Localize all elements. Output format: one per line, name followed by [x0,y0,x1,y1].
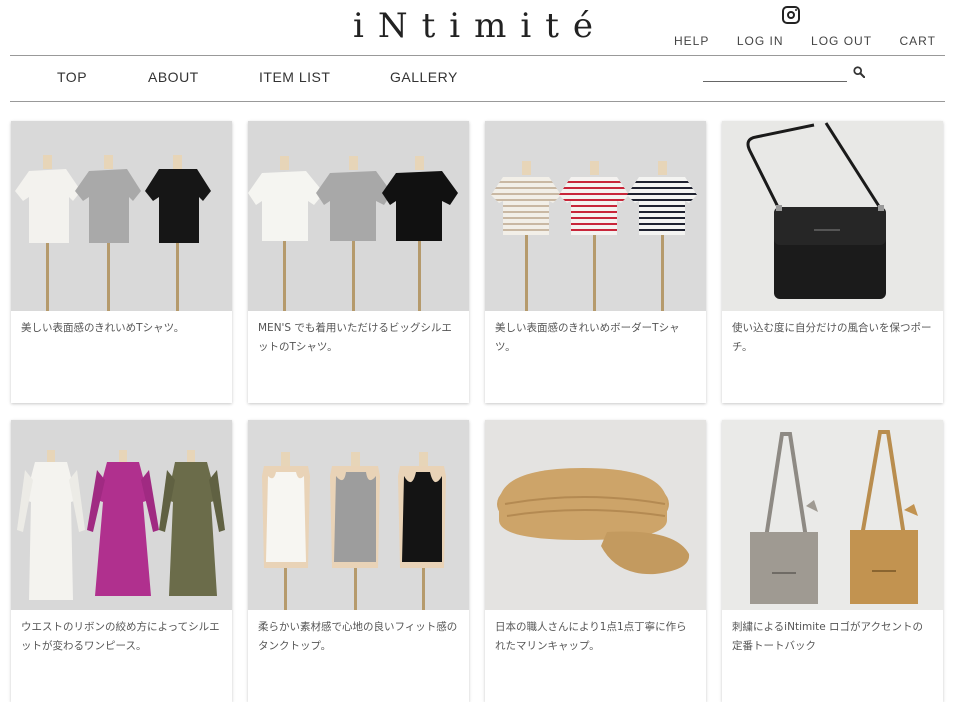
cart-link[interactable]: CART [896,34,940,48]
product-image-marine-cap [485,420,706,610]
product-card[interactable]: ウエストのリボンの絞め方によってシルエットが変わるワンピース。 [11,420,232,702]
top-links: HELP LOG IN LOG OUT CART [670,34,940,48]
product-card[interactable]: MEN'S でも着用いただけるビッグシルエットのTシャツ。 [248,121,469,403]
product-image-big-tshirts [248,121,469,311]
product-image-tote-bags [722,420,943,610]
search-box[interactable] [703,66,873,86]
product-image-tank-tops [248,420,469,610]
product-description: MEN'S でも着用いただけるビッグシルエットのTシャツ。 [258,322,452,353]
product-card[interactable]: 美しい表面感のきれいめボーダーTシャツ。 [485,121,706,403]
product-description: ウエストのリボンの絞め方によってシルエットが変わるワンピース。 [21,621,220,652]
product-description: 美しい表面感のきれいめボーダーTシャツ。 [495,322,680,353]
product-description: 刺繍によるiNtimite ロゴがアクセントの定番トートバック [732,621,924,652]
main-nav: TOP ABOUT ITEM LIST GALLERY [0,69,520,89]
product-card[interactable]: 柔らかい素材感で心地の良いフィット感のタンクトップ。 [248,420,469,702]
product-description: 使い込む度に自分だけの風合いを保つポーチ。 [732,322,932,353]
product-image-tshirts [11,121,232,311]
login-link[interactable]: LOG IN [733,34,788,48]
product-card[interactable]: 日本の職人さんにより1点1点丁寧に作られたマリンキャップ。 [485,420,706,702]
product-card[interactable]: 使い込む度に自分だけの風合いを保つポーチ。 [722,121,943,403]
help-link[interactable]: HELP [670,34,713,48]
search-icon[interactable] [853,66,865,78]
search-input[interactable] [703,81,847,82]
product-description: 柔らかい素材感で心地の良いフィット感のタンクトップ。 [258,621,458,652]
nav-gallery[interactable]: GALLERY [390,69,458,85]
logout-link[interactable]: LOG OUT [807,34,876,48]
product-image-pouch [722,121,943,311]
instagram-icon[interactable] [782,6,800,24]
product-card[interactable]: 刺繍によるiNtimite ロゴがアクセントの定番トートバック [722,420,943,702]
product-card[interactable]: 美しい表面感のきれいめTシャツ。 [11,121,232,403]
logo-text: iNtimité [352,6,608,46]
nav-item-list[interactable]: ITEM LIST [259,69,330,85]
product-image-striped-tshirts [485,121,706,311]
product-image-dresses [11,420,232,610]
header-divider [10,55,945,56]
nav-about[interactable]: ABOUT [148,69,199,85]
product-description: 日本の職人さんにより1点1点丁寧に作られたマリンキャップ。 [495,621,687,652]
product-description: 美しい表面感のきれいめTシャツ。 [21,322,185,334]
nav-top[interactable]: TOP [57,69,87,85]
nav-divider [10,101,945,102]
